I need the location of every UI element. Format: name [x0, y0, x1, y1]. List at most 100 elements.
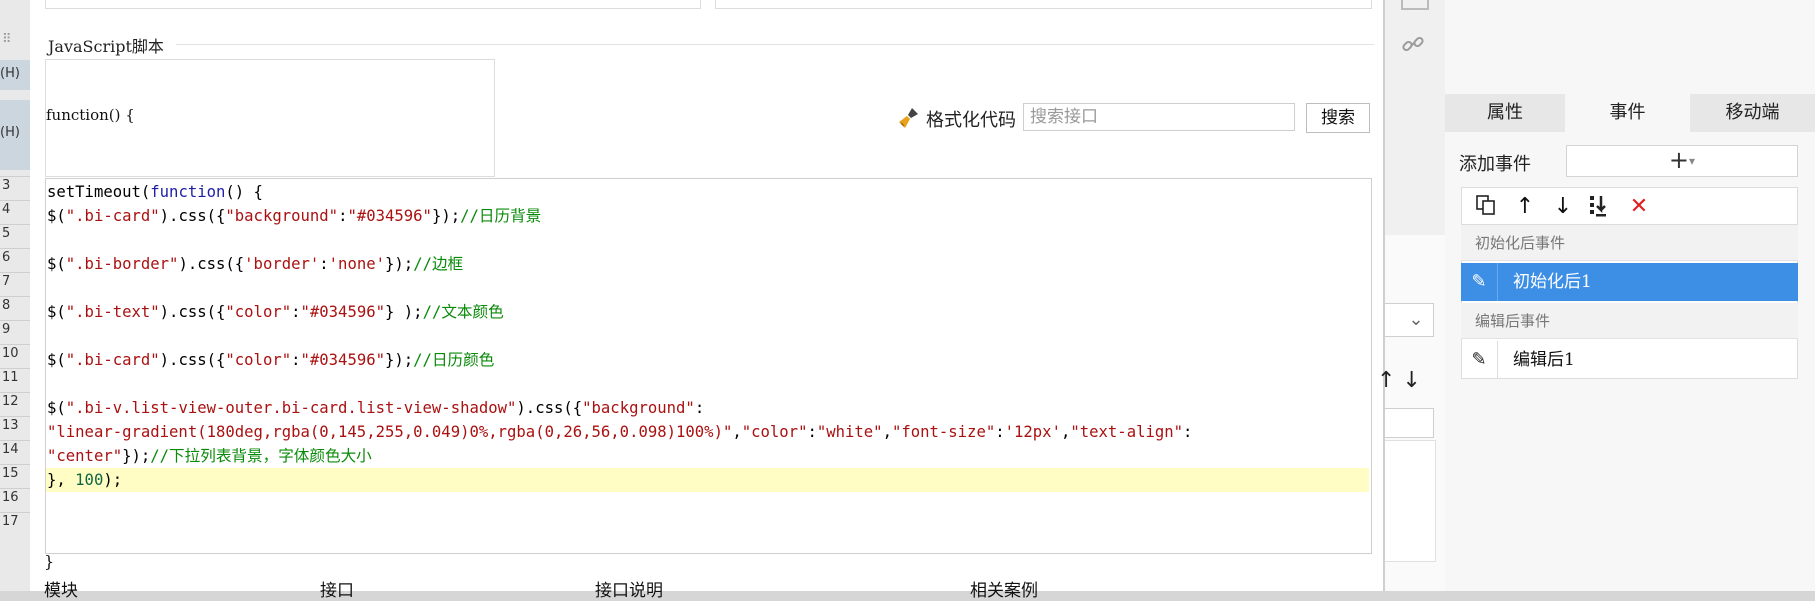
code-token: ).css({ [178, 255, 245, 273]
code-token: "white" [816, 423, 883, 441]
code-token: ).css({ [516, 399, 583, 417]
code-token: : [291, 303, 301, 321]
code-token: "text-align" [1070, 423, 1184, 441]
row-number[interactable]: 7 [0, 274, 30, 289]
tab-mobile[interactable]: 移动端 [1690, 94, 1815, 132]
row-number[interactable]: 12 [0, 394, 30, 409]
code-token: ".bi-card" [65, 351, 160, 369]
event-group-header: 初始化后事件 [1461, 225, 1798, 261]
edit-icon[interactable]: ✎ [1461, 341, 1498, 379]
move-bottom-icon[interactable] [1587, 193, 1615, 221]
code-token: : [995, 423, 1005, 441]
column-header-cell[interactable]: (H) [0, 60, 30, 90]
code-token: //边框 [413, 255, 464, 273]
top-field-right[interactable] [715, 0, 1372, 9]
top-field-left[interactable] [45, 0, 701, 9]
code-token: ".bi-v.list-view-outer.bi-card.list-view… [65, 399, 517, 417]
row-number[interactable]: 16 [0, 490, 30, 505]
code-token: , [1060, 423, 1071, 441]
function-closing-brace: } [44, 552, 55, 571]
panel-icon[interactable] [1401, 0, 1429, 10]
code-token: ).css({ [159, 303, 226, 321]
code-token: $( [47, 303, 66, 321]
row-number[interactable]: 6 [0, 250, 30, 265]
code-token: : [291, 351, 301, 369]
code-token: //文本颜色 [422, 303, 504, 321]
table-header-examples: 相关案例 [970, 581, 1038, 601]
row-number[interactable]: 17 [0, 514, 30, 529]
add-event-label: 添加事件 [1459, 154, 1531, 175]
chevron-down-icon[interactable]: ⌄ [1401, 305, 1431, 335]
column-header-cell[interactable]: (H) [0, 100, 30, 170]
table-header-interface: 接口 [320, 581, 354, 601]
search-button[interactable]: 搜索 [1306, 103, 1370, 133]
arrow-up-icon[interactable]: ↑ [1511, 193, 1539, 221]
arrow-up-icon[interactable]: ↑ [1377, 368, 1395, 393]
event-toolbar: ↑ ↓ ✕ [1461, 187, 1798, 225]
row-divider [0, 368, 30, 369]
row-divider [0, 512, 30, 513]
row-divider [0, 248, 30, 249]
link-icon[interactable] [1401, 32, 1425, 56]
code-token: //日历背景 [460, 207, 542, 225]
drag-handle-icon[interactable]: ⠿ [0, 32, 30, 47]
row-number[interactable]: 10 [0, 346, 30, 361]
text-field[interactable] [1385, 408, 1434, 438]
api-search-input[interactable] [1023, 103, 1295, 131]
delete-icon[interactable]: ✕ [1625, 193, 1653, 221]
code-token: "#034596" [300, 351, 386, 369]
content-box [1385, 440, 1436, 562]
row-number[interactable]: 15 [0, 466, 30, 481]
caret-down-icon: ▾ [1689, 154, 1696, 168]
format-code-button[interactable]: 格式化代码 [926, 106, 1016, 132]
row-number[interactable]: 14 [0, 442, 30, 457]
table-header-description: 接口说明 [595, 581, 663, 601]
tab-properties[interactable]: 属性 [1445, 94, 1565, 132]
row-divider [0, 176, 30, 177]
code-token: "color" [741, 423, 808, 441]
broom-icon[interactable] [897, 106, 921, 130]
code-token: : [319, 255, 329, 273]
code-token: "background" [225, 207, 339, 225]
code-token: $( [47, 399, 66, 417]
arrow-down-icon[interactable]: ↓ [1402, 368, 1420, 393]
code-token: "#034596" [347, 207, 432, 225]
row-number[interactable]: 8 [0, 298, 30, 313]
code-token: "background" [582, 399, 695, 417]
code-token: //下拉列表背景，字体颜色大小 [150, 447, 372, 465]
code-line: $(".bi-text").css({"color":"#034596"} );… [47, 300, 504, 324]
row-number[interactable]: 13 [0, 418, 30, 433]
row-number[interactable]: 3 [0, 178, 30, 193]
row-divider [0, 320, 30, 321]
code-line: $(".bi-border").css({'border':'none'});/… [47, 252, 463, 276]
row-number[interactable]: 11 [0, 370, 30, 385]
row-divider [0, 488, 30, 489]
code-token: "color" [225, 351, 292, 369]
arrow-down-icon[interactable]: ↓ [1549, 193, 1577, 221]
code-line: $(".bi-card").css({"color":"#034596"});/… [47, 348, 494, 372]
row-number[interactable]: 9 [0, 322, 30, 337]
edit-icon[interactable]: ✎ [1461, 263, 1498, 301]
tab-events[interactable]: 事件 [1565, 94, 1690, 132]
code-token: : [807, 423, 817, 441]
event-group-header: 编辑后事件 [1461, 303, 1798, 339]
code-token: 'none' [328, 255, 386, 273]
code-token: }); [385, 351, 414, 369]
row-divider [0, 200, 30, 201]
event-item[interactable]: ✎ 编辑后1 [1461, 341, 1798, 379]
row-number[interactable]: 4 [0, 202, 30, 217]
code-token: } ); [385, 303, 423, 321]
header-cell-label: (H) [0, 66, 20, 81]
event-item[interactable]: ✎ 初始化后1 [1461, 263, 1798, 301]
copy-icon[interactable] [1472, 193, 1500, 221]
code-line: "linear-gradient(180deg,rgba(0,145,255,0… [47, 420, 1192, 444]
row-number[interactable]: 5 [0, 226, 30, 241]
code-token: $( [47, 255, 66, 273]
code-token: , [882, 423, 892, 441]
add-event-button[interactable]: +▾ [1566, 145, 1798, 177]
row-divider [0, 272, 30, 273]
section-divider [176, 44, 1374, 45]
code-line: $(".bi-card").css({"background":"#034596… [47, 204, 541, 228]
current-line-highlight [46, 468, 1369, 492]
header-cell-label: (H) [0, 125, 20, 140]
